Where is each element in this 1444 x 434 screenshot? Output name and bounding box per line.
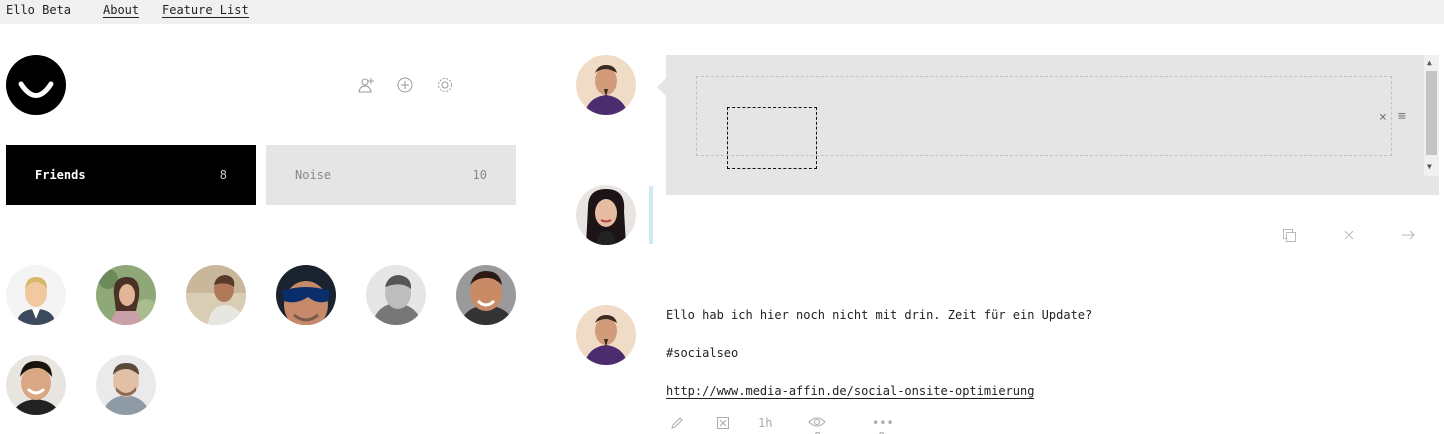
tab-noise-label: Noise xyxy=(295,168,332,182)
friend-avatar[interactable] xyxy=(186,265,246,325)
drag-handle-icon[interactable]: ≡ xyxy=(1398,110,1406,123)
post-hashtag[interactable]: #socialseo xyxy=(666,346,738,360)
tab-friends-label: Friends xyxy=(35,168,86,182)
delete-icon[interactable] xyxy=(716,416,730,433)
close-icon[interactable] xyxy=(1342,227,1356,246)
reply-avatar[interactable] xyxy=(576,185,636,245)
comments-counter[interactable]: ••• 0 xyxy=(872,416,894,434)
invite-icon[interactable] xyxy=(355,74,377,96)
friend-avatar[interactable] xyxy=(456,265,516,325)
post-editor[interactable]: × ≡ ▲ ▼ xyxy=(666,55,1439,195)
friend-avatar[interactable] xyxy=(6,355,66,415)
friend-avatar[interactable] xyxy=(366,265,426,325)
settings-icon[interactable] xyxy=(434,74,456,96)
tab-friends[interactable]: Friends 8 xyxy=(6,145,256,205)
image-drop-zone[interactable] xyxy=(727,107,817,169)
ello-logo[interactable] xyxy=(6,55,66,115)
arrow-right-icon[interactable] xyxy=(1400,227,1416,246)
feature-list-link[interactable]: Feature List xyxy=(162,3,249,18)
post-body-line: Ello hab ich hier noch nicht mit drin. Z… xyxy=(666,308,1093,322)
author-avatar[interactable] xyxy=(576,55,636,115)
friend-avatar[interactable] xyxy=(96,265,156,325)
editor-pointer xyxy=(657,78,666,96)
views-count: 8 xyxy=(814,430,821,434)
comment-dots-icon: ••• xyxy=(872,416,894,430)
about-link[interactable]: About xyxy=(103,3,140,18)
post-author-avatar[interactable] xyxy=(576,305,636,365)
tab-noise[interactable]: Noise 10 xyxy=(266,145,516,205)
tab-noise-count: 10 xyxy=(472,168,487,182)
post-timestamp: 1h xyxy=(758,416,773,430)
comments-count: 0 xyxy=(878,430,885,434)
friend-avatar[interactable] xyxy=(96,355,156,415)
top-bar: Ello Beta About Feature List xyxy=(0,0,1444,24)
scroll-thumb[interactable] xyxy=(1426,71,1437,155)
editor-scrollbar[interactable]: ▲ ▼ xyxy=(1424,55,1439,176)
tab-friends-count: 8 xyxy=(219,168,227,182)
scroll-up-icon[interactable]: ▲ xyxy=(1427,58,1432,67)
editor-block[interactable]: × ≡ xyxy=(696,76,1406,169)
views-counter[interactable]: 8 xyxy=(808,416,826,434)
close-icon[interactable]: × xyxy=(1379,111,1387,124)
add-icon[interactable] xyxy=(394,74,416,96)
scroll-down-icon[interactable]: ▼ xyxy=(1427,162,1432,171)
edit-icon[interactable] xyxy=(670,416,684,433)
reply-indicator xyxy=(649,186,653,244)
friend-avatar[interactable] xyxy=(276,265,336,325)
friend-avatar[interactable] xyxy=(6,265,66,325)
copy-icon[interactable] xyxy=(1281,227,1297,246)
post-link[interactable]: http://www.media-affin.de/social-onsite-… xyxy=(666,384,1035,399)
brand-label: Ello Beta xyxy=(6,3,72,17)
